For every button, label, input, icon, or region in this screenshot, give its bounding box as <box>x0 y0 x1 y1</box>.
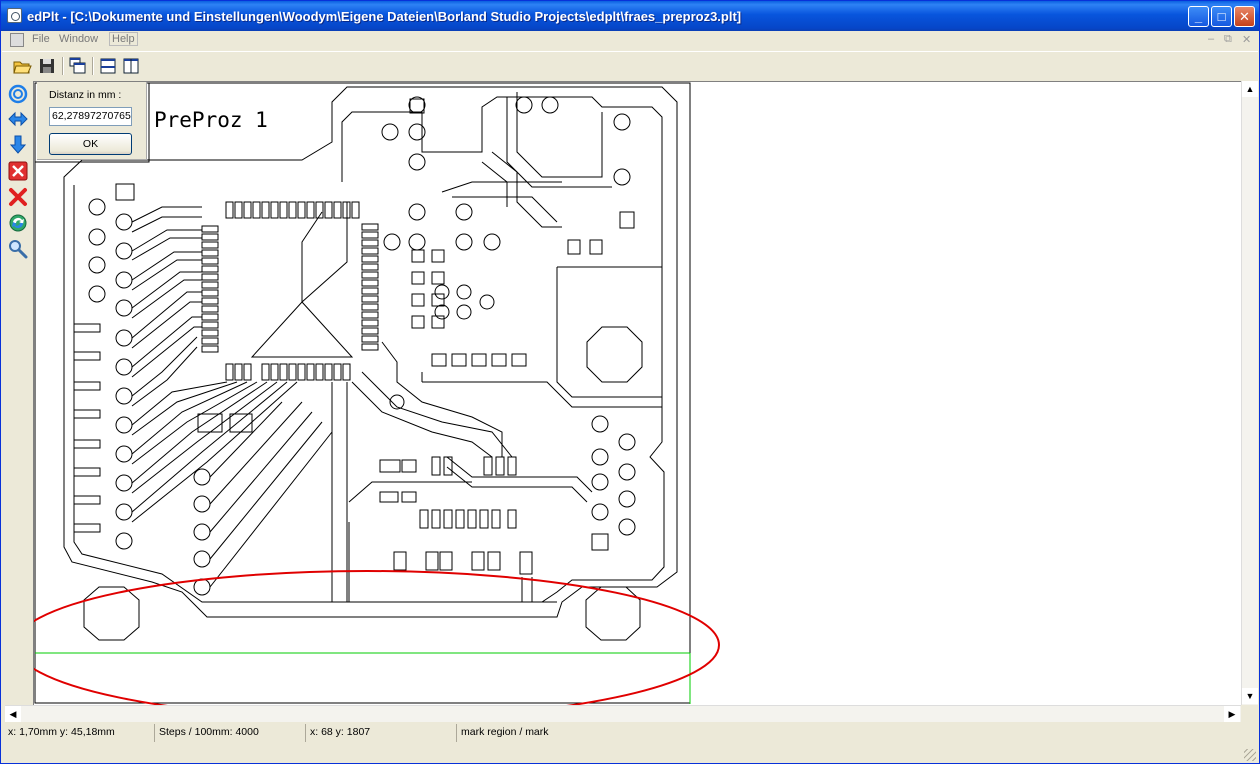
horizontal-scrollbar[interactable]: ◀ ▶ <box>5 705 1241 722</box>
distance-input[interactable]: 62,27897270765 <box>49 107 132 126</box>
outer-contour <box>63 86 678 618</box>
maximize-button[interactable]: □ <box>1211 6 1232 27</box>
status-steps: Steps / 100mm: 4000 <box>156 724 306 742</box>
status-pixel: x: 68 y: 1807 <box>307 724 457 742</box>
tile-horizontal-icon[interactable] <box>98 56 118 76</box>
refresh-icon[interactable] <box>8 213 28 233</box>
right-components <box>348 92 663 603</box>
child-minimize-button[interactable]: – <box>1208 33 1214 45</box>
smd-column-right <box>361 223 379 351</box>
move-down-icon[interactable] <box>8 135 28 155</box>
child-window-icon[interactable] <box>10 33 24 47</box>
connector-pads-left <box>73 183 135 550</box>
window-title: edPlt - [C:\Dokumente und Einstellungen\… <box>27 9 742 24</box>
toolbar-separator <box>92 57 94 75</box>
scroll-up-arrow-icon[interactable]: ▲ <box>1242 81 1258 97</box>
scroll-left-arrow-icon[interactable]: ◀ <box>5 706 21 722</box>
menu-window[interactable]: Window <box>59 33 98 45</box>
trace-a <box>301 211 323 302</box>
magnifier-icon[interactable] <box>8 239 28 259</box>
target-circle-icon[interactable] <box>8 84 28 104</box>
drawing-label: PreProz 1 <box>154 108 268 132</box>
status-position: x: 1,70mm y: 45,18mm <box>5 724 155 742</box>
vertical-scrollbar[interactable]: ▲ ▼ <box>1241 81 1258 705</box>
title-bar[interactable]: edPlt - [C:\Dokumente und Einstellungen\… <box>1 1 1259 31</box>
minimize-button[interactable]: _ <box>1188 6 1209 27</box>
scroll-right-arrow-icon[interactable]: ▶ <box>1224 706 1240 722</box>
menu-help[interactable]: Help <box>109 32 138 46</box>
distance-dialog: Distanz in mm : 62,27897270765 OK <box>37 82 147 160</box>
child-close-button[interactable]: ✕ <box>1242 33 1251 46</box>
menu-file[interactable]: File <box>32 33 50 45</box>
tile-vertical-icon[interactable] <box>121 56 141 76</box>
pcb-plot[interactable]: PreProz 1 <box>34 82 1242 706</box>
child-restore-button[interactable]: ⧉ <box>1224 33 1232 46</box>
size-grip-icon[interactable] <box>1244 749 1256 761</box>
scroll-down-arrow-icon[interactable]: ▼ <box>1242 688 1258 704</box>
app-icon[interactable] <box>7 8 22 23</box>
close-button[interactable]: ✕ <box>1234 6 1255 27</box>
move-horizontal-icon[interactable] <box>8 109 28 129</box>
app-window: edPlt - [C:\Dokumente und Einstellungen\… <box>0 0 1260 764</box>
status-mode: mark region / mark <box>461 726 549 738</box>
ok-button[interactable]: OK <box>49 133 132 155</box>
open-folder-icon[interactable] <box>12 56 32 76</box>
drawing-canvas[interactable]: PreProz 1 <box>33 81 1242 706</box>
left-tool-palette <box>2 81 33 721</box>
cascade-windows-icon[interactable] <box>68 56 88 76</box>
toolbar-separator <box>62 57 64 75</box>
smd-row-bottom <box>225 363 351 381</box>
delete-cross-icon[interactable] <box>8 187 28 207</box>
save-disk-icon[interactable] <box>37 56 57 76</box>
smd-row-top <box>225 201 360 219</box>
toolbar <box>2 51 1258 79</box>
mount-hole-right <box>585 586 641 641</box>
scroll-corner <box>1241 705 1258 722</box>
status-bar: x: 1,70mm y: 45,18mm Steps / 100mm: 4000… <box>2 723 1258 763</box>
distance-label: Distanz in mm : <box>49 89 122 101</box>
smd-column-left <box>201 225 219 353</box>
highlight-ellipse <box>34 570 720 706</box>
delete-box-icon[interactable] <box>8 161 28 181</box>
menu-bar: File Window Help – ⧉ ✕ <box>2 31 1258 50</box>
mark-region-line <box>35 652 691 704</box>
